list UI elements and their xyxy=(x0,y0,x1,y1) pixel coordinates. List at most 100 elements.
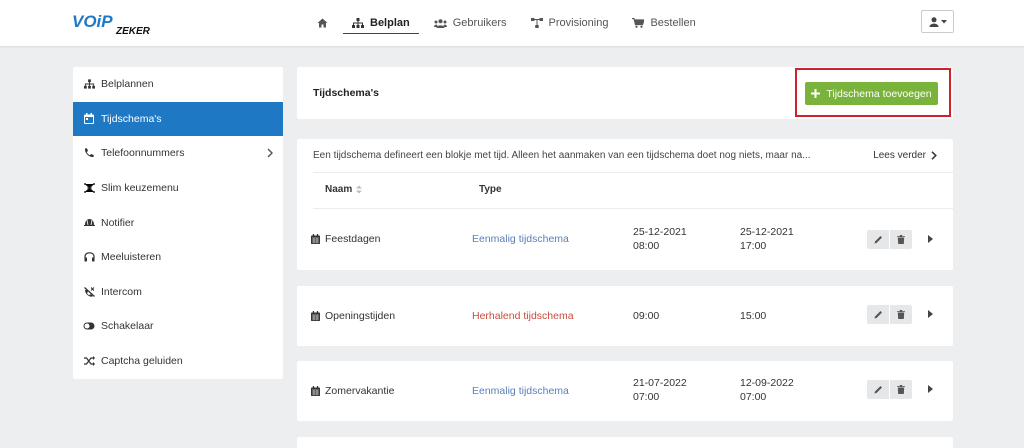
logo-main-text: VOiP xyxy=(72,12,113,31)
sidebar-item-label: Schakelaar xyxy=(101,320,154,333)
sidebar-item-label: Belplannen xyxy=(101,78,154,91)
sidebar-item-telefoonnummers[interactable]: Telefoonnummers xyxy=(73,136,283,171)
divider xyxy=(313,208,953,209)
sidebar-item-notifier[interactable]: Notifier xyxy=(73,205,283,240)
delete-button[interactable] xyxy=(890,380,912,399)
sidebar-item-intercom[interactable]: Intercom xyxy=(73,275,283,310)
table-row-name: Zomervakantie xyxy=(311,384,394,398)
nav-provisioning-label: Provisioning xyxy=(548,17,609,29)
users-icon xyxy=(433,18,447,28)
sidebar-item-tijdschemas[interactable]: Tijdschema's xyxy=(73,101,283,137)
pencil-icon xyxy=(874,311,882,319)
shuffle-icon xyxy=(83,355,95,367)
network-icon xyxy=(530,18,543,28)
table-row-start: 21-07-2022 07:00 xyxy=(633,376,687,404)
nav-bestellen-label: Bestellen xyxy=(650,17,696,29)
caret-right-icon xyxy=(927,310,933,318)
calendar-icon xyxy=(83,113,95,125)
logo-sub-text: ZEKER xyxy=(115,26,151,36)
expand-row-button[interactable] xyxy=(925,234,935,244)
pencil-icon xyxy=(874,236,882,244)
table-row-name-label: Zomervakantie xyxy=(325,385,395,397)
sidebar-item-label: Slim keuzemenu xyxy=(101,182,179,195)
calendar-icon xyxy=(311,386,320,396)
table-row-type[interactable]: Herhalend tijdschema xyxy=(472,309,574,323)
row-actions xyxy=(867,230,912,249)
sitemap-icon xyxy=(352,18,364,28)
table-row: Zomervakantie Eenmalig tijdschema 21-07-… xyxy=(297,361,953,421)
delete-button[interactable] xyxy=(890,230,912,249)
expand-row-button[interactable] xyxy=(925,309,935,319)
end-time: 17:00 xyxy=(740,240,767,252)
home-icon xyxy=(317,18,328,28)
table-row-name-label: Feestdagen xyxy=(325,233,381,245)
nav-home[interactable] xyxy=(308,0,337,46)
add-tijdschema-button[interactable]: Tijdschema toevoegen xyxy=(805,82,938,105)
column-header-naam[interactable]: Naam xyxy=(325,184,363,195)
table-row: Openingstijden Herhalend tijdschema 09:0… xyxy=(297,286,953,346)
sort-icon xyxy=(356,185,363,194)
end-time: 15:00 xyxy=(740,310,767,322)
end-date: 25-12-2021 xyxy=(740,226,794,238)
voipzeker-logo[interactable]: VOiP ZEKER xyxy=(72,10,158,36)
add-tijdschema-label: Tijdschema toevoegen xyxy=(826,87,932,100)
end-time: 07:00 xyxy=(740,391,767,403)
chevron-right-icon xyxy=(931,151,937,160)
caret-right-icon xyxy=(927,385,933,393)
sidebar: Belplannen Tijdschema's Telefoonnummers … xyxy=(73,67,283,379)
sidebar-item-meeluisteren[interactable]: Meeluisteren xyxy=(73,240,283,275)
main-nav: Belplan Gebruikers Provisioning Bestelle… xyxy=(308,0,711,46)
sitemap-icon xyxy=(83,78,95,90)
table-row-name: Openingstijden xyxy=(311,309,395,323)
top-navbar: VOiP ZEKER Belplan Gebruikers Provisioni… xyxy=(0,0,1024,46)
sidebar-item-slim-keuzemenu[interactable]: Slim keuzemenu xyxy=(73,171,283,206)
caret-right-icon xyxy=(927,235,933,243)
delete-button[interactable] xyxy=(890,305,912,324)
table-row-name: Feestdagen xyxy=(311,232,380,246)
user-menu-button[interactable] xyxy=(921,10,954,33)
chevron-right-icon xyxy=(267,148,273,158)
row-actions xyxy=(867,305,912,324)
plus-icon xyxy=(811,89,821,98)
nav-bestellen[interactable]: Bestellen xyxy=(623,0,704,46)
table-row-end: 12-09-2022 07:00 xyxy=(740,376,794,404)
edit-button[interactable] xyxy=(867,305,889,324)
start-date: 21-07-2022 xyxy=(633,377,687,389)
edit-button[interactable] xyxy=(867,380,889,399)
nav-belplan-label: Belplan xyxy=(370,17,410,29)
nav-gebruikers[interactable]: Gebruikers xyxy=(425,0,516,46)
row-actions xyxy=(867,380,912,399)
lees-verder-link[interactable]: Lees verder xyxy=(873,150,937,161)
intercom-icon xyxy=(83,286,95,298)
trash-icon xyxy=(897,310,905,319)
start-time: 09:00 xyxy=(633,310,660,322)
sidebar-item-label: Captcha geluiden xyxy=(101,355,183,368)
sidebar-item-belplannen[interactable]: Belplannen xyxy=(73,67,283,102)
sidebar-item-label: Tijdschema's xyxy=(101,112,162,125)
table-row-end: 25-12-2021 17:00 xyxy=(740,225,794,253)
end-date: 12-09-2022 xyxy=(740,377,794,389)
table-row-start: 25-12-2021 08:00 xyxy=(633,225,687,253)
start-time: 08:00 xyxy=(633,240,660,252)
trash-icon xyxy=(897,235,905,244)
nav-belplan[interactable]: Belplan xyxy=(343,0,419,46)
lees-verder-label: Lees verder xyxy=(873,150,926,161)
tijdschema-table-card: Een tijdschema defineert een blokje met … xyxy=(297,139,953,270)
column-header-type: Type xyxy=(479,184,502,195)
expand-row-button[interactable] xyxy=(925,384,935,394)
table-row-type[interactable]: Eenmalig tijdschema xyxy=(472,232,569,246)
column-header-naam-label: Naam xyxy=(325,184,353,195)
table-row-type[interactable]: Eenmalig tijdschema xyxy=(472,384,569,398)
sidebar-item-label: Meeluisteren xyxy=(101,251,162,264)
nav-provisioning[interactable]: Provisioning xyxy=(522,0,618,46)
nav-gebruikers-label: Gebruikers xyxy=(452,17,507,29)
sidebar-item-captcha-geluiden[interactable]: Captcha geluiden xyxy=(73,344,283,379)
sidebar-item-schakelaar[interactable]: Schakelaar xyxy=(73,309,283,344)
pencil-icon xyxy=(874,386,882,394)
calendar-icon xyxy=(311,311,320,321)
menu-tree-icon xyxy=(83,182,95,194)
table-row xyxy=(297,437,953,448)
caret-down-icon xyxy=(940,19,947,23)
info-text: Een tijdschema defineert een blokje met … xyxy=(313,150,811,161)
edit-button[interactable] xyxy=(867,230,889,249)
